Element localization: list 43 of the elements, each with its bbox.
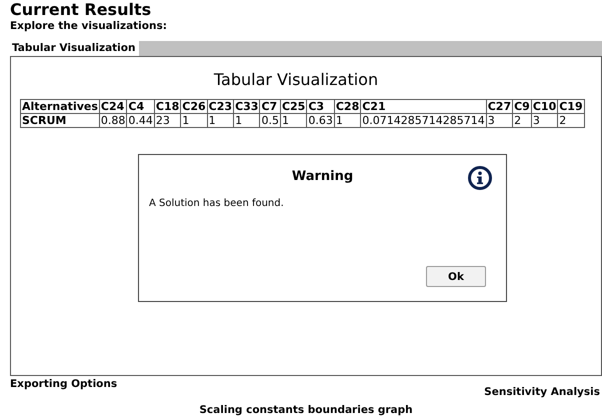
table-cell: 1: [334, 114, 361, 128]
dialog-title: Warning: [292, 169, 354, 184]
subtitle: Explore the visualizations:: [10, 19, 168, 33]
table-cell: 1: [234, 114, 260, 128]
table-cell: 3: [531, 114, 558, 128]
column-header: C19: [558, 100, 584, 114]
table-cell: 0.88: [99, 114, 127, 128]
column-header: C9: [512, 100, 532, 114]
column-header: Alternatives: [20, 100, 100, 114]
sensitivity-analysis-link[interactable]: Sensitivity Analysis: [484, 386, 600, 398]
column-header: C18: [154, 100, 181, 114]
column-header: C10: [531, 100, 558, 114]
table-cell: 0.63: [306, 114, 334, 128]
table-cell: 3: [486, 114, 513, 128]
column-header: C3: [306, 100, 334, 114]
ok-button[interactable]: Ok: [426, 266, 486, 287]
column-header: C23: [207, 100, 234, 114]
table-cell: 0.44: [126, 114, 154, 128]
info-icon: [468, 166, 492, 190]
table-cell: 2: [558, 114, 584, 128]
column-header: C33: [234, 100, 260, 114]
table-cell: 1: [180, 114, 208, 128]
column-header: C24: [99, 100, 127, 114]
exporting-options-link[interactable]: Exporting Options: [10, 378, 118, 398]
column-header: C26: [180, 100, 208, 114]
column-header: C25: [280, 100, 307, 114]
page-title: Current Results: [10, 0, 152, 19]
column-header: C21: [360, 100, 486, 114]
table-cell: 0.5: [260, 114, 280, 128]
table-cell: 1: [207, 114, 234, 128]
panel-heading: Tabular Visualization: [212, 70, 380, 89]
table-cell: 1: [280, 114, 307, 128]
column-header: C27: [486, 100, 513, 114]
table-cell: 23: [154, 114, 181, 128]
tab[interactable]: Tabular Visualization: [10, 41, 140, 56]
column-header: C28: [334, 100, 361, 114]
scaling-graph-link[interactable]: Scaling constants boundaries graph: [10, 404, 602, 416]
table-cell: 2: [512, 114, 532, 128]
column-header: C4: [126, 100, 154, 114]
table-cell: SCRUM: [20, 114, 100, 128]
table-cell: 0.0714285714285714: [360, 114, 486, 128]
dialog-message: A Solution has been found.: [149, 198, 285, 209]
column-header: C7: [260, 100, 280, 114]
